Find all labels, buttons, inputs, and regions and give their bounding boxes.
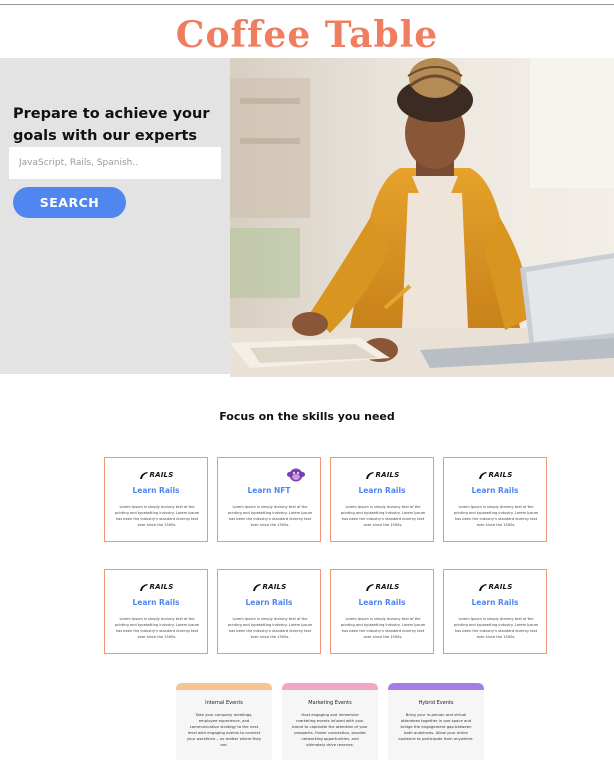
skill-card[interactable]: RAILS Learn Rails Lorem Ipsum is simply … (443, 457, 547, 542)
skill-card-title: Learn Rails (358, 598, 406, 607)
search-button[interactable]: SEARCH (13, 187, 126, 218)
event-title: Marketing Events (308, 700, 352, 706)
event-card-hybrid[interactable]: Hybrid Events Bring your in-person and v… (388, 683, 484, 760)
skill-card[interactable]: RAILS Learn Rails Lorem Ipsum is simply … (443, 569, 547, 654)
skill-card-desc: Lorem Ipsum is simply dummy text of the … (114, 617, 200, 639)
skill-card-desc: Lorem Ipsum is simply dummy text of the … (227, 617, 313, 639)
event-desc: Host engaging and immersive marketing ev… (292, 712, 368, 747)
event-title: Hybrid Events (418, 700, 454, 706)
event-card-marketing[interactable]: Marketing Events Host engaging and immer… (282, 683, 378, 760)
skill-card-title: Learn Rails (471, 598, 519, 607)
event-card-internal[interactable]: Internal Events Take your company meetin… (176, 683, 272, 760)
skill-card[interactable]: RAILS Learn Rails Lorem Ipsum is simply … (330, 457, 434, 542)
skill-card[interactable]: RAILS Learn Rails Lorem Ipsum is simply … (104, 569, 208, 654)
event-title: Internal Events (205, 700, 243, 706)
skill-card-desc: Lorem Ipsum is simply dummy text of the … (114, 505, 200, 527)
rails-logo-icon: RAILS (331, 468, 433, 482)
skill-card-desc: Lorem Ipsum is simply dummy text of the … (227, 505, 313, 527)
skill-card-desc: Lorem Ipsum is simply dummy text of the … (453, 505, 539, 527)
event-color-bar (282, 683, 378, 690)
skill-card-title: Learn Rails (245, 598, 293, 607)
skill-card-desc: Lorem Ipsum is simply dummy text of the … (453, 617, 539, 639)
skill-card-title: Learn Rails (132, 486, 180, 495)
hero-photo (230, 58, 614, 377)
skill-card-desc: Lorem Ipsum is simply dummy text of the … (340, 505, 426, 527)
events-section: Internal Events Take your company meetin… (176, 683, 484, 760)
rails-logo-icon: RAILS (444, 580, 546, 594)
skill-card[interactable]: RAILS Learn Rails Lorem Ipsum is simply … (104, 457, 208, 542)
rails-logo-icon: RAILS (218, 580, 320, 594)
rails-logo-icon: RAILS (105, 580, 207, 594)
skill-card-title: Learn Rails (471, 486, 519, 495)
nft-monkey-icon (218, 468, 320, 482)
event-desc: Bring your in-person and virtual attende… (398, 712, 474, 741)
hero-title: Prepare to achieve your goals with our e… (13, 106, 210, 144)
skills-heading: Focus on the skills you need (219, 410, 395, 423)
rails-logo-icon: RAILS (105, 468, 207, 482)
event-desc: Take your company meetings, employee exp… (186, 712, 262, 747)
skill-card[interactable]: Learn NFT Lorem Ipsum is simply dummy te… (217, 457, 321, 542)
skill-card-desc: Lorem Ipsum is simply dummy text of the … (340, 617, 426, 639)
event-color-bar (176, 683, 272, 690)
skill-card-title: Learn NFT (247, 486, 291, 495)
skill-card-title: Learn Rails (132, 598, 180, 607)
search-input[interactable] (9, 147, 221, 179)
skill-card-title: Learn Rails (358, 486, 406, 495)
brand-title: Coffee Table (175, 14, 439, 56)
skill-card[interactable]: RAILS Learn Rails Lorem Ipsum is simply … (217, 569, 321, 654)
rails-logo-icon: RAILS (331, 580, 433, 594)
skill-card[interactable]: RAILS Learn Rails Lorem Ipsum is simply … (330, 569, 434, 654)
rails-logo-icon: RAILS (444, 468, 546, 482)
top-divider (0, 4, 614, 5)
event-color-bar (388, 683, 484, 690)
